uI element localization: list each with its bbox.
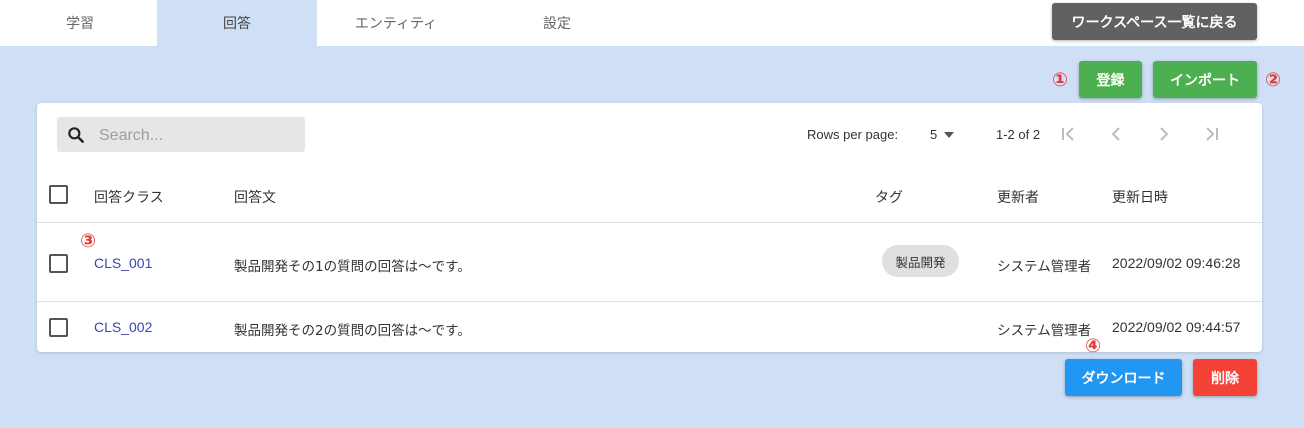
import-button[interactable]: インポート: [1153, 61, 1257, 98]
search-input[interactable]: [97, 117, 301, 154]
tab-settings[interactable]: 設定: [477, 0, 637, 46]
column-header-text[interactable]: 回答文: [234, 187, 276, 207]
answer-text: 製品開発その2の質問の回答は～です。: [234, 323, 471, 339]
select-all-checkbox[interactable]: [49, 185, 68, 204]
annotation-marker-2: ②: [1264, 69, 1282, 91]
search-icon: [68, 127, 84, 143]
back-to-workspaces-button[interactable]: ワークスペース一覧に戻る: [1052, 3, 1257, 40]
last-page-icon[interactable]: [1200, 122, 1224, 146]
annotation-marker-3: ③: [79, 230, 97, 252]
register-button[interactable]: 登録: [1079, 61, 1142, 98]
caret-down-icon[interactable]: [944, 132, 954, 138]
updater-name: システム管理者: [997, 323, 1092, 339]
tab-learning[interactable]: 学習: [0, 0, 160, 46]
updated-timestamp: 2022/09/02 09:44:57: [1112, 319, 1241, 335]
answer-class-link[interactable]: CLS_001: [94, 255, 152, 271]
rows-per-page-label: Rows per page:: [807, 127, 899, 142]
search-box: [57, 117, 305, 154]
answer-class-link[interactable]: CLS_002: [94, 319, 152, 335]
tab-entities[interactable]: エンティティ: [316, 0, 476, 46]
column-header-updater[interactable]: 更新者: [997, 187, 1039, 207]
row-checkbox[interactable]: [49, 318, 68, 337]
column-header-class[interactable]: 回答クラス: [94, 187, 164, 207]
column-header-updated[interactable]: 更新日時: [1112, 187, 1168, 207]
first-page-icon[interactable]: [1056, 122, 1080, 146]
updater-name: システム管理者: [997, 259, 1092, 275]
row-divider: [37, 301, 1262, 302]
rows-per-page-select[interactable]: 5: [930, 127, 937, 142]
row-checkbox[interactable]: [49, 254, 68, 273]
download-button[interactable]: ダウンロード: [1065, 359, 1182, 396]
annotation-marker-4: ④: [1084, 335, 1102, 357]
header-divider: [37, 222, 1262, 223]
previous-page-icon[interactable]: [1104, 122, 1128, 146]
annotation-marker-1: ①: [1051, 69, 1069, 91]
top-nav-bar: 学習 回答 エンティティ 設定 ワークスペース一覧に戻る: [0, 0, 1304, 46]
pagination-range: 1-2 of 2: [996, 127, 1041, 142]
tab-answers[interactable]: 回答: [157, 0, 317, 46]
delete-button[interactable]: 削除: [1193, 359, 1257, 396]
tag-chip: 製品開発: [882, 245, 959, 277]
column-header-tag[interactable]: タグ: [875, 187, 903, 207]
updated-timestamp: 2022/09/02 09:46:28: [1112, 255, 1241, 271]
answers-table-card: Rows per page: 5 1-2 of 2 回答クラス 回答文 タグ 更…: [37, 103, 1262, 352]
next-page-icon[interactable]: [1152, 122, 1176, 146]
answer-text: 製品開発その1の質問の回答は～です。: [234, 259, 471, 275]
